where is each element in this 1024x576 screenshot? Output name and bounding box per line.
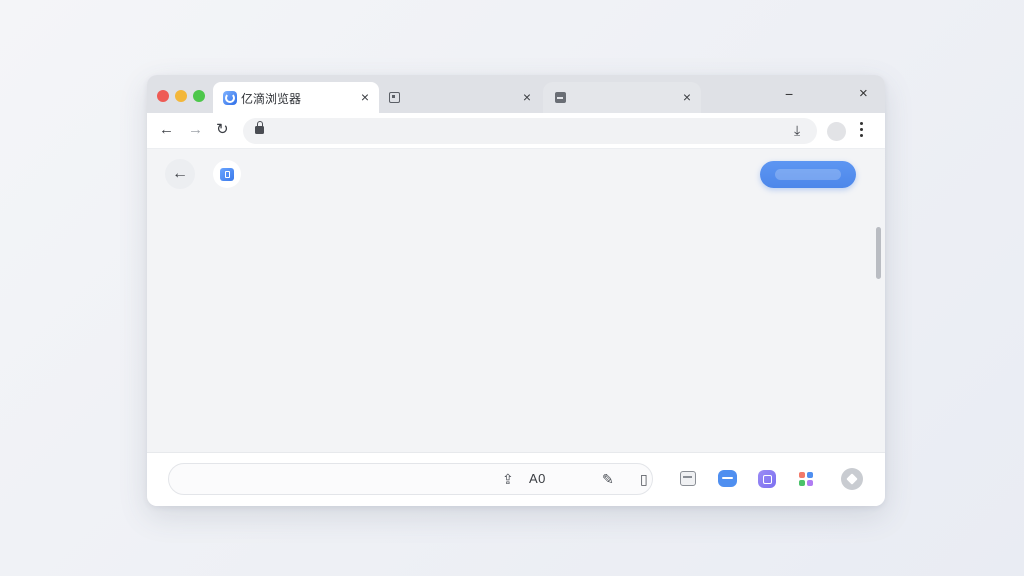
tab-3[interactable]: ×	[543, 82, 701, 113]
tab-2[interactable]: ×	[379, 82, 541, 113]
menu-kebab-icon[interactable]	[860, 122, 864, 140]
book-icon[interactable]: ▯	[640, 471, 648, 487]
share-icon[interactable]: ⇪	[502, 471, 514, 487]
zoom-window-dot[interactable]	[193, 90, 205, 102]
navigation-toolbar: ← → ↻ ⤓	[147, 113, 885, 149]
site-logo-icon[interactable]	[213, 160, 241, 188]
purple-app-icon[interactable]	[758, 470, 776, 488]
tab-close-icon[interactable]: ×	[523, 89, 531, 105]
lock-icon	[255, 121, 264, 134]
minimize-icon[interactable]: −	[785, 87, 793, 101]
profile-avatar[interactable]	[827, 122, 846, 141]
tab-bar: 亿滴浏览器 × × × − ×	[147, 75, 885, 113]
primary-action-button[interactable]	[760, 161, 856, 188]
vertical-scrollbar[interactable]	[876, 227, 881, 279]
page-content: ←	[147, 149, 885, 452]
extension-icon[interactable]	[841, 468, 863, 490]
browser-window: 亿滴浏览器 × × × − × ← → ↻ ⤓ ← ⇪ A0 ✎ ▯	[147, 75, 885, 506]
apps-grid-icon[interactable]	[799, 472, 814, 486]
tab-close-icon[interactable]: ×	[683, 89, 691, 105]
button-label-placeholder	[775, 169, 841, 180]
close-window-dot[interactable]	[157, 90, 169, 102]
address-bar[interactable]	[243, 118, 817, 144]
forward-arrow-icon[interactable]: →	[188, 122, 203, 138]
tab-title: 亿滴浏览器	[241, 92, 302, 106]
close-icon[interactable]: ×	[859, 86, 868, 101]
minimize-window-dot[interactable]	[175, 90, 187, 102]
reader-icon[interactable]	[680, 471, 696, 486]
blue-app-icon[interactable]	[718, 470, 737, 487]
page-icon	[389, 92, 400, 103]
pen-icon[interactable]: ✎	[602, 471, 614, 487]
tab-close-icon[interactable]: ×	[361, 89, 369, 105]
download-icon[interactable]: ⤓	[794, 122, 800, 138]
tab-active[interactable]: 亿滴浏览器 ×	[213, 82, 379, 113]
font-size-button[interactable]: A0	[529, 471, 546, 486]
browser-logo-icon	[223, 91, 237, 105]
back-arrow-icon[interactable]: ←	[159, 122, 174, 138]
page-back-arrow-icon[interactable]: ←	[165, 159, 195, 189]
bottom-input-field[interactable]	[168, 463, 653, 495]
image-icon	[555, 92, 566, 103]
reload-icon[interactable]: ↻	[216, 122, 229, 138]
bottom-toolbar: ⇪ A0 ✎ ▯	[147, 452, 885, 506]
